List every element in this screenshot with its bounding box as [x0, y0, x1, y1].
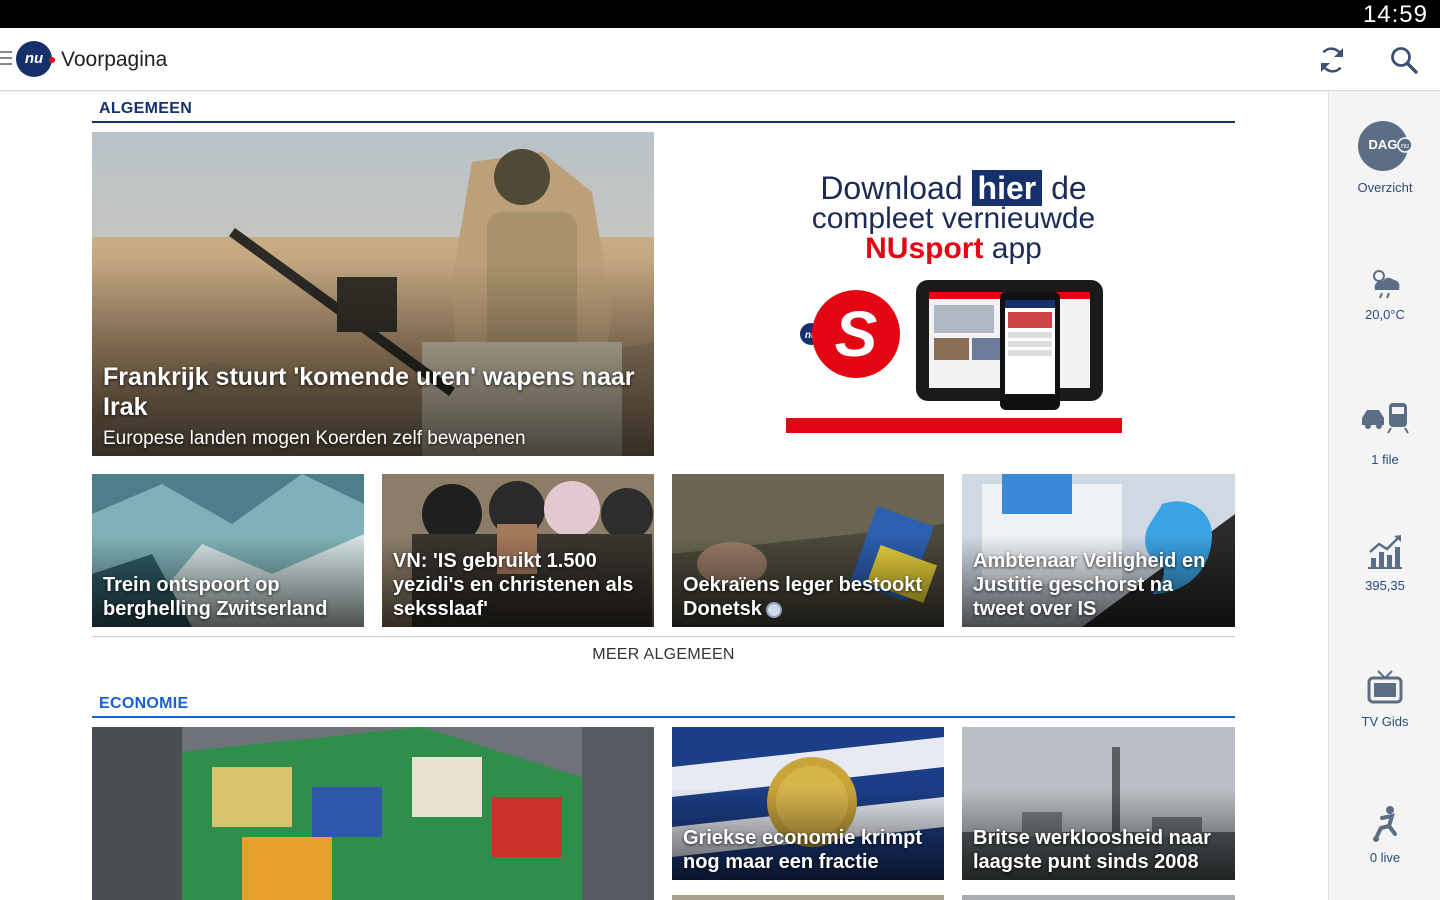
- rail-item-overzicht[interactable]: DAG nu Overzicht: [1329, 120, 1440, 210]
- section-rule: [92, 716, 1235, 718]
- refresh-icon[interactable]: [1316, 44, 1348, 76]
- svg-text:nu: nu: [1401, 143, 1409, 150]
- story-headline: Ambtenaar Veiligheid en Justitie geschor…: [973, 550, 1206, 620]
- story-tile-1[interactable]: Trein ontspoort op berghelling Zwitserla…: [92, 474, 364, 627]
- story-headline: Trein ontspoort op berghelling Zwitserla…: [103, 574, 328, 620]
- story-headline: Oekraïens leger bestookt Donetsk: [683, 574, 922, 620]
- rail-item-stocks[interactable]: 395,35: [1329, 532, 1440, 622]
- ad-badge-letter: S: [835, 298, 878, 370]
- rail-label: 20,0°C: [1365, 307, 1405, 322]
- svg-text:DAG: DAG: [1369, 137, 1398, 152]
- nusport-app-visual: nu S: [800, 280, 1103, 410]
- rail-label: Overzicht: [1357, 180, 1413, 195]
- search-icon[interactable]: [1388, 44, 1420, 76]
- lead-story-headline: Frankrijk stuurt 'komende uren' wapens n…: [103, 363, 635, 421]
- section-title-algemeen: ALGEMEEN: [99, 100, 193, 117]
- ad-line-2: compleet vernieuwde: [811, 202, 1096, 235]
- drawer-menu-icon[interactable]: [0, 51, 12, 67]
- sport-icon: [1373, 806, 1397, 842]
- section-title-economie: ECONOMIE: [99, 695, 189, 712]
- dag-nu-icon: DAG nu: [1358, 121, 1413, 171]
- traffic-icon: [1362, 403, 1409, 434]
- story-tile-3[interactable]: Oekraïens leger bestookt Donetsk: [672, 474, 944, 627]
- stocks-icon: [1368, 535, 1402, 569]
- rail-label: 395,35: [1365, 578, 1405, 593]
- next-row-peek: [962, 895, 1235, 900]
- nu-logo[interactable]: nu: [16, 41, 52, 77]
- story-tile-economie-1[interactable]: Griekse economie krimpt nog maar een fra…: [672, 727, 944, 880]
- ad-line-3: NUsport app: [865, 232, 1042, 265]
- status-bar: 14:59: [0, 0, 1440, 28]
- rail-item-sport[interactable]: 0 live: [1329, 804, 1440, 894]
- page-title: Voorpagina: [61, 48, 168, 71]
- next-row-peek: [672, 895, 944, 900]
- ad-red-bar: [786, 418, 1122, 433]
- app-bar: nu Voorpagina: [0, 28, 1440, 91]
- story-tile-2[interactable]: VN: 'IS gebruikt 1.500 yezidi's en chris…: [382, 474, 654, 627]
- side-rail: DAG nu Overzicht 20,0°C 1 file 395,35 TV…: [1328, 92, 1440, 900]
- section-header-economie: ECONOMIE: [92, 687, 1235, 718]
- ad-brand: NUsport: [865, 232, 984, 265]
- weather-icon: [1373, 270, 1400, 299]
- lead-story-gradient: [92, 261, 654, 456]
- rail-label: TV Gids: [1361, 714, 1409, 729]
- logo-dot: [49, 57, 55, 63]
- rail-label: 0 live: [1369, 850, 1401, 865]
- more-algemeen-button[interactable]: MEER ALGEMEEN: [92, 636, 1235, 672]
- story-headline: Griekse economie krimpt nog maar een fra…: [683, 827, 922, 873]
- rail-item-traffic[interactable]: 1 file: [1329, 398, 1440, 488]
- nusport-ad-banner[interactable]: Download hier de compleet vernieuwde NUs…: [672, 132, 1235, 456]
- story-headline: Britse werkloosheid naar laagste punt si…: [973, 827, 1211, 873]
- story-image: [92, 727, 654, 900]
- video-icon: [765, 601, 782, 618]
- story-headline: VN: 'IS gebruikt 1.500 yezidi's en chris…: [393, 550, 634, 620]
- lead-story[interactable]: Frankrijk stuurt 'komende uren' wapens n…: [92, 132, 654, 456]
- rail-item-tv[interactable]: TV Gids: [1329, 668, 1440, 758]
- economie-lead-story[interactable]: [92, 727, 654, 900]
- story-tile-4[interactable]: Ambtenaar Veiligheid en Justitie geschor…: [962, 474, 1235, 627]
- tv-icon: [1367, 670, 1403, 704]
- status-clock: 14:59: [1362, 1, 1428, 28]
- story-tile-economie-2[interactable]: Britse werkloosheid naar laagste punt si…: [962, 727, 1235, 880]
- section-rule: [92, 121, 1235, 123]
- section-header-algemeen: ALGEMEEN: [92, 92, 1235, 123]
- ad-highlight: hier: [971, 170, 1043, 206]
- rail-item-weather[interactable]: 20,0°C: [1329, 264, 1440, 354]
- lead-story-subtitle: Europese landen mogen Koerden zelf bewap…: [103, 428, 526, 449]
- news-feed: ALGEMEEN Frankrijk stuurt 'komende uren'…: [0, 92, 1328, 900]
- rail-label: 1 file: [1371, 452, 1399, 467]
